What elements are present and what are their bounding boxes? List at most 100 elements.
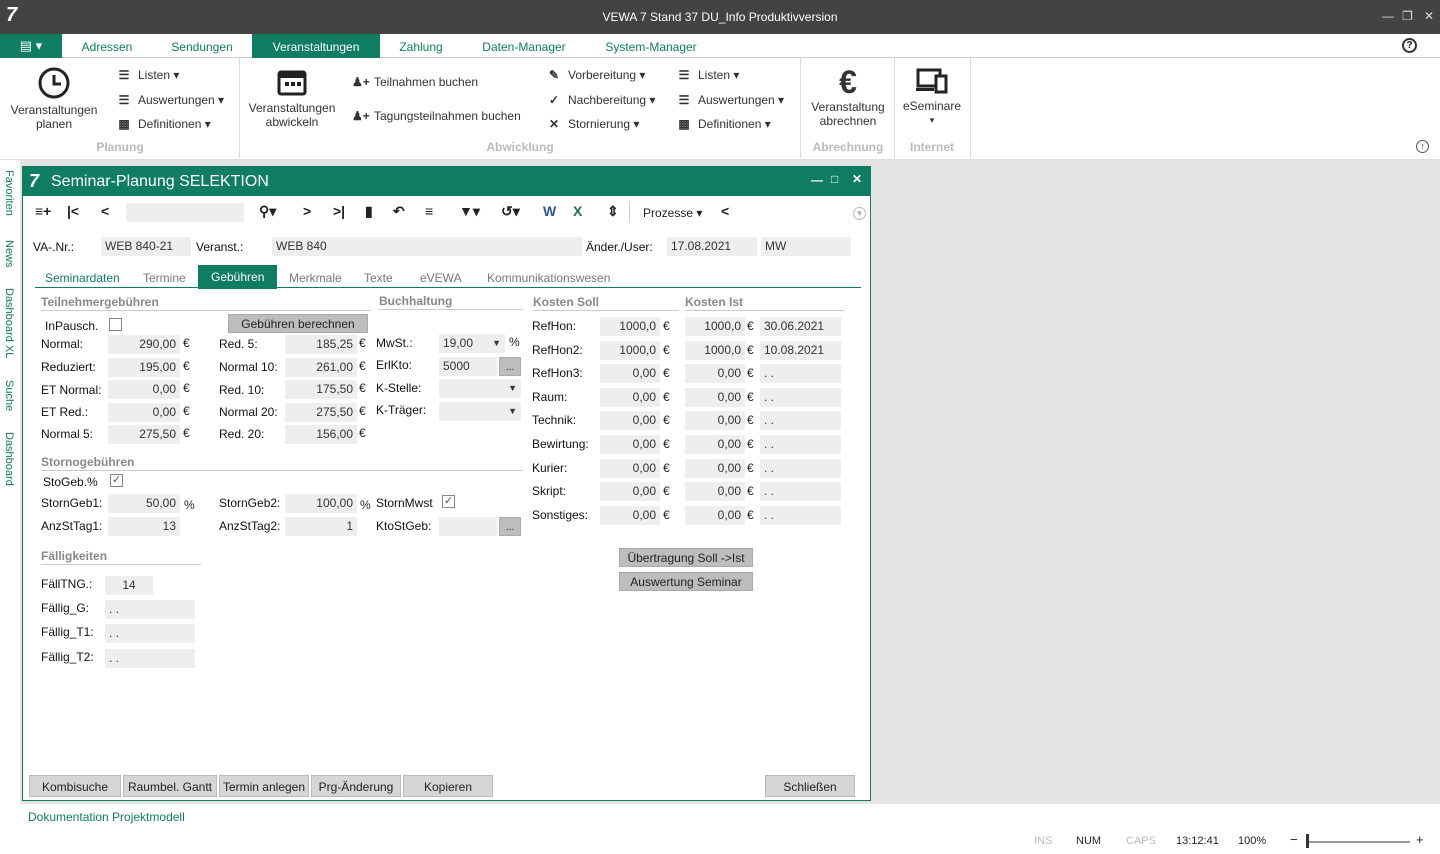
planung-definitionen[interactable]: ▦ Definitionen ▾ bbox=[116, 117, 210, 131]
first-record-icon[interactable]: |< bbox=[67, 203, 79, 219]
collapse-ribbon-icon[interactable]: ↑ bbox=[1416, 140, 1429, 153]
raumbel-gantt-button[interactable]: Raumbel. Gantt bbox=[123, 775, 217, 797]
tab-daten-manager[interactable]: Daten-Manager bbox=[472, 34, 576, 58]
kosten-ist-field[interactable]: 0,00 bbox=[685, 411, 745, 431]
mwst-select[interactable]: 19,00 ▼ bbox=[439, 334, 505, 353]
tab-adressen[interactable]: Adressen bbox=[70, 34, 144, 58]
next-record-icon[interactable]: > bbox=[303, 203, 311, 219]
veranstaltungen-planen-button[interactable]: Veranstaltungen planen bbox=[4, 66, 104, 131]
teilnahmen-buchen-button[interactable]: ♟+ Teilnahmen buchen bbox=[352, 75, 478, 89]
kosten-ist-field[interactable]: 0,00 bbox=[685, 435, 745, 454]
auswertung-seminar-button[interactable]: Auswertung Seminar bbox=[619, 572, 753, 591]
dokumentation-link[interactable]: Dokumentation Projektmodell bbox=[28, 810, 185, 824]
et-normal-field[interactable]: 0,00 bbox=[108, 380, 180, 399]
vorbereitung-menu[interactable]: ✎ Vorbereitung ▾ bbox=[546, 68, 645, 82]
ktostgeb-field[interactable] bbox=[439, 517, 497, 536]
kosten-date-field[interactable]: 30.06.2021 bbox=[760, 317, 841, 336]
kosten-date-field[interactable]: 10.08.2021 bbox=[760, 340, 841, 360]
ktostgeb-lookup-button[interactable]: ... bbox=[499, 517, 521, 536]
schliessen-button[interactable]: Schließen bbox=[765, 775, 855, 797]
tab-system-manager[interactable]: System-Manager bbox=[596, 34, 706, 58]
kosten-soll-field[interactable]: 0,00 bbox=[600, 505, 660, 525]
faelltng-field[interactable]: 14 bbox=[105, 576, 153, 595]
et-red-field[interactable]: 0,00 bbox=[108, 403, 180, 422]
kosten-ist-field[interactable]: 0,00 bbox=[685, 482, 745, 502]
app-menu-button[interactable]: ▤ ▾ bbox=[0, 34, 62, 58]
veranstaltungen-abwickeln-button[interactable]: Veranstaltungen abwickeln bbox=[244, 66, 340, 129]
faellig-g-field[interactable]: . . bbox=[105, 600, 195, 619]
collapse-icon[interactable]: < bbox=[721, 203, 729, 219]
sidebar-item-favoriten[interactable]: Favoriten bbox=[3, 170, 15, 216]
sidebar-item-news[interactable]: News bbox=[3, 240, 15, 268]
window-close-icon[interactable]: ✕ bbox=[852, 172, 862, 186]
kosten-ist-field[interactable]: 1000,0 bbox=[685, 317, 745, 336]
anzsttag2-field[interactable]: 1 bbox=[285, 517, 357, 536]
search-icon[interactable]: ⚲▾ bbox=[259, 203, 276, 220]
kosten-date-field[interactable]: . . bbox=[760, 387, 841, 407]
kosten-ist-field[interactable]: 1000,0 bbox=[685, 340, 745, 360]
zoom-slider-thumb[interactable] bbox=[1306, 834, 1309, 848]
help-icon[interactable]: ? bbox=[1402, 38, 1417, 53]
zoom-in-icon[interactable]: + bbox=[1416, 832, 1424, 847]
normal-field[interactable]: 290,00 bbox=[108, 335, 180, 354]
red10-field[interactable]: 175,50 bbox=[285, 380, 357, 399]
expand-icon[interactable]: ⇕ bbox=[607, 203, 619, 220]
kopieren-button[interactable]: Kopieren bbox=[403, 775, 493, 797]
anzsttag1-field[interactable]: 13 bbox=[108, 517, 180, 536]
kosten-ist-field[interactable]: 0,00 bbox=[685, 387, 745, 407]
tab-sendungen[interactable]: Sendungen bbox=[162, 34, 242, 58]
stornierung-menu[interactable]: ✕ Stornierung ▾ bbox=[546, 117, 639, 131]
window-maximize-icon[interactable]: □ bbox=[831, 172, 838, 186]
tab-gebuehren[interactable]: Gebühren bbox=[198, 265, 278, 289]
window-minimize-icon[interactable]: — bbox=[811, 173, 823, 187]
restore-icon[interactable]: ❐ bbox=[1402, 9, 1413, 23]
aender-user-field[interactable]: MW bbox=[761, 237, 851, 256]
kosten-soll-field[interactable]: 0,00 bbox=[600, 482, 660, 502]
reduziert-field[interactable]: 195,00 bbox=[108, 358, 180, 377]
close-icon[interactable]: ✕ bbox=[1424, 9, 1434, 23]
red20-field[interactable]: 156,00 bbox=[285, 425, 357, 444]
prozesse-menu[interactable]: Prozesse ▾ bbox=[643, 206, 702, 220]
previous-record-icon[interactable]: < bbox=[101, 203, 109, 219]
normal10-field[interactable]: 261,00 bbox=[285, 358, 357, 377]
inpausch-checkbox[interactable] bbox=[109, 318, 122, 331]
faellig-t2-field[interactable]: . . bbox=[105, 649, 195, 668]
tab-kommunikationswesen[interactable]: Kommunikationswesen bbox=[487, 271, 610, 285]
word-icon[interactable]: W bbox=[543, 203, 556, 219]
tab-termine[interactable]: Termine bbox=[143, 271, 186, 285]
termin-anlegen-button[interactable]: Termin anlegen bbox=[219, 775, 309, 797]
erlkto-field[interactable]: 5000 bbox=[439, 357, 497, 376]
stogeb-checkbox[interactable]: ✓ bbox=[110, 474, 123, 487]
kosten-date-field[interactable]: . . bbox=[760, 482, 841, 502]
abwicklung-definitionen[interactable]: ▦ Definitionen ▾ bbox=[676, 117, 770, 131]
normal5-field[interactable]: 275,50 bbox=[108, 425, 180, 444]
kosten-ist-field[interactable]: 0,00 bbox=[685, 505, 745, 525]
kosten-ist-field[interactable]: 0,00 bbox=[685, 364, 745, 384]
veranstaltung-abrechnen-button[interactable]: € Veranstaltung abrechnen bbox=[806, 64, 890, 128]
planung-listen[interactable]: ☰ Listen ▾ bbox=[116, 68, 180, 82]
prg-aenderung-button[interactable]: Prg-Änderung bbox=[311, 775, 401, 797]
tab-seminardaten[interactable]: Seminardaten bbox=[45, 271, 120, 285]
kosten-date-field[interactable]: . . bbox=[760, 458, 841, 478]
eseminare-button[interactable]: eSeminare ▾ bbox=[898, 66, 966, 127]
minimize-icon[interactable]: — bbox=[1382, 9, 1394, 23]
sidebar-item-dashboard[interactable]: Dashboard bbox=[3, 432, 15, 486]
veranst-field[interactable]: WEB 840 bbox=[272, 237, 582, 256]
tab-evewa[interactable]: eVEWA bbox=[420, 271, 462, 285]
last-record-icon[interactable]: >| bbox=[333, 203, 345, 219]
kombisuche-button[interactable]: Kombisuche bbox=[29, 775, 121, 797]
red5-field[interactable]: 185,25 bbox=[285, 335, 357, 354]
planung-auswertungen[interactable]: ☰ Auswertungen ▾ bbox=[116, 93, 224, 107]
zoom-slider[interactable] bbox=[1306, 841, 1410, 843]
sidebar-item-suche[interactable]: Suche bbox=[3, 380, 15, 411]
tagungsteilnahmen-buchen-button[interactable]: ♟+ Tagungsteilnahmen buchen bbox=[352, 109, 521, 123]
kosten-soll-field[interactable]: 1000,0 bbox=[600, 317, 660, 336]
erlkto-lookup-button[interactable]: ... bbox=[499, 357, 521, 376]
zoom-out-icon[interactable]: − bbox=[1290, 832, 1298, 847]
kosten-soll-field[interactable]: 0,00 bbox=[600, 387, 660, 407]
kosten-soll-field[interactable]: 1000,0 bbox=[600, 340, 660, 360]
kosten-date-field[interactable]: . . bbox=[760, 411, 841, 431]
tab-texte[interactable]: Texte bbox=[364, 271, 393, 285]
undo-icon[interactable]: ↶ bbox=[393, 203, 405, 220]
history-icon[interactable]: ↺▾ bbox=[501, 203, 520, 220]
